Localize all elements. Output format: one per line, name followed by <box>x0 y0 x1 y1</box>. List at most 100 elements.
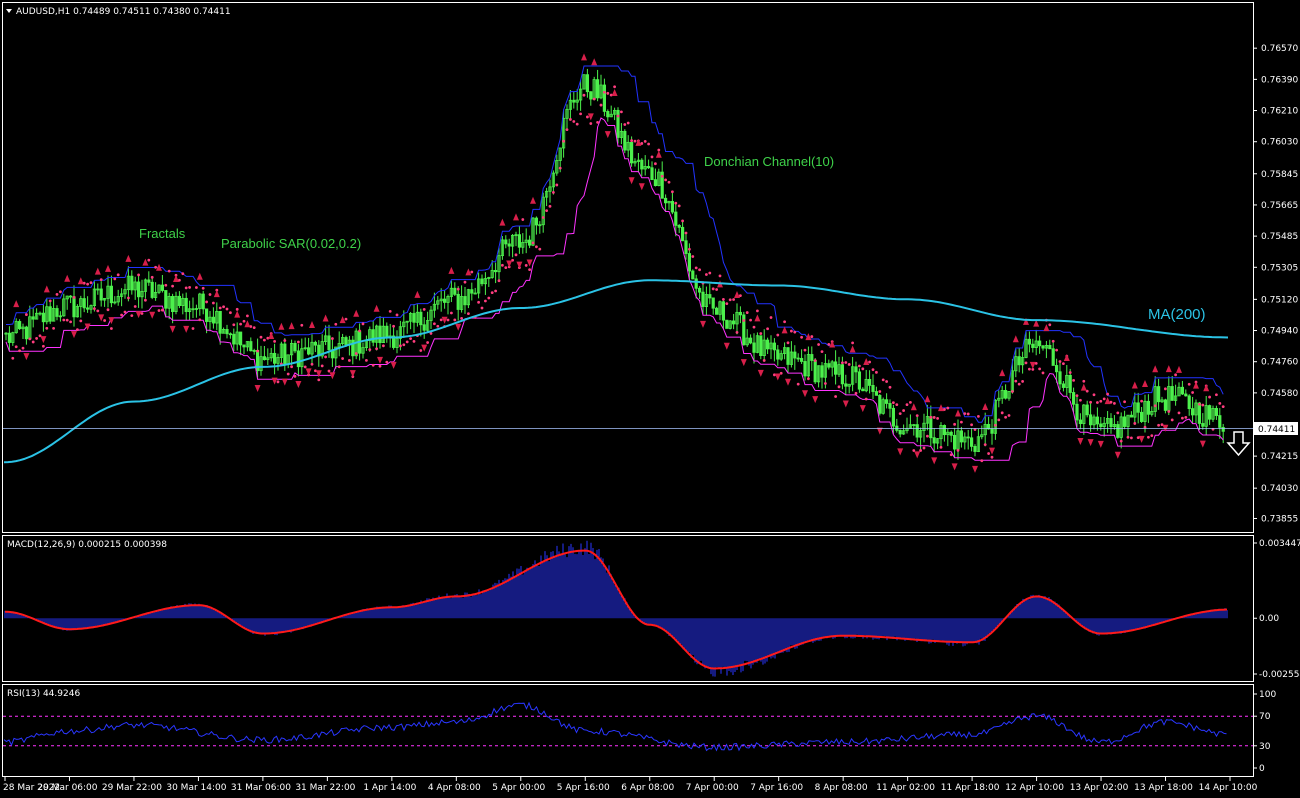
sar-dot <box>456 287 460 291</box>
candle-body <box>585 74 590 93</box>
candle-body <box>820 365 824 378</box>
candle-body <box>800 357 804 362</box>
sar-dot <box>382 344 385 348</box>
sar-dot <box>334 322 338 326</box>
candle-body <box>1180 386 1184 395</box>
donchian-annotation: Donchian Channel(10) <box>704 154 834 169</box>
sar-dot <box>59 290 62 294</box>
candle-body <box>834 361 838 375</box>
sar-dot <box>361 322 365 326</box>
sar-dot <box>956 449 960 452</box>
sar-dot <box>504 266 508 270</box>
sar-dot <box>450 311 453 315</box>
sar-dot <box>239 322 243 326</box>
sar-dot <box>739 294 742 298</box>
time-tick-label: 13 Apr 18:00 <box>1134 783 1193 793</box>
sar-dot <box>824 382 827 385</box>
sar-dot <box>1051 339 1055 343</box>
sar-dot <box>742 319 746 322</box>
candle-body <box>184 297 188 313</box>
candle-body <box>915 424 919 438</box>
sar-dot <box>293 374 297 378</box>
sar-dot <box>11 356 15 360</box>
sar-dot <box>490 291 494 295</box>
time-tick-label: 13 Apr 02:00 <box>1070 783 1129 793</box>
candle-body <box>776 349 780 360</box>
sar-dot <box>18 349 21 353</box>
candle-body <box>647 166 651 169</box>
candle-body <box>306 347 311 355</box>
candle-body <box>854 366 858 373</box>
candle-body <box>232 333 236 345</box>
candle-body <box>966 436 970 439</box>
sar-dot <box>89 281 93 285</box>
sar-dot <box>229 311 232 315</box>
candle-body <box>1075 403 1079 421</box>
candle-body <box>687 253 692 272</box>
sar-dot <box>1208 395 1211 399</box>
sar-dot <box>1079 398 1082 402</box>
sar-dot <box>620 110 623 114</box>
candle-body <box>786 347 790 365</box>
sar-dot <box>348 359 351 362</box>
sar-dot <box>939 445 943 449</box>
time-tick-label: 7 Apr 00:00 <box>686 783 739 793</box>
sar-dot <box>582 93 586 97</box>
candle-body <box>898 429 902 435</box>
sar-dot <box>994 423 997 427</box>
sar-dot <box>538 247 542 251</box>
candle-body <box>55 308 59 317</box>
sar-dot <box>419 349 423 352</box>
sar-dot <box>164 283 168 287</box>
sar-dot <box>1106 392 1109 396</box>
sar-dot <box>987 452 990 455</box>
sar-dot <box>847 363 851 366</box>
candle-body <box>1140 411 1144 422</box>
candle-body <box>412 313 416 323</box>
sar-dot <box>630 139 633 142</box>
sar-dot <box>953 422 956 426</box>
candle-body <box>160 284 164 291</box>
candle-body <box>1004 390 1008 399</box>
ma-annotation: MA(200) <box>1148 306 1206 323</box>
sar-dot <box>120 313 123 317</box>
sar-dot <box>42 344 45 348</box>
sar-dot <box>1184 415 1188 419</box>
candle-body <box>136 281 141 298</box>
candle-body <box>1017 356 1021 366</box>
candle-body <box>640 159 644 170</box>
sar-dot <box>1068 371 1072 374</box>
sar-dot <box>273 339 276 343</box>
sar-dot <box>749 318 752 322</box>
candle-body <box>1038 340 1042 347</box>
price-tick-label: 0.76570 <box>1261 44 1298 54</box>
candle-body <box>504 239 508 245</box>
candle-body <box>419 311 423 326</box>
candle-body <box>572 99 576 103</box>
sar-dot <box>647 142 650 146</box>
sar-dot <box>715 288 718 291</box>
sar-dot <box>365 358 368 362</box>
candle-body <box>793 351 797 359</box>
candle-body <box>959 430 964 443</box>
sar-dot <box>1038 367 1041 371</box>
sar-dot <box>1058 360 1062 363</box>
time-tick-label: 14 Apr 10:00 <box>1199 783 1258 793</box>
candle-body <box>48 306 52 322</box>
candle-body <box>857 371 862 390</box>
candle-body <box>715 307 719 315</box>
candle-body <box>1221 427 1225 432</box>
sar-dot <box>514 253 518 257</box>
sar-dot <box>851 341 854 345</box>
sar-dot <box>837 385 841 389</box>
sar-dot <box>722 297 725 301</box>
sar-dot <box>545 209 548 213</box>
candle-body <box>711 297 715 309</box>
rsi-tick-label: 100 <box>1259 690 1276 700</box>
sar-dot <box>69 320 72 324</box>
candle-body <box>82 298 86 309</box>
candle-body <box>664 197 668 204</box>
sar-dot <box>528 268 531 271</box>
time-tick-label: 1 Apr 14:00 <box>363 783 416 793</box>
candle-body <box>874 391 879 396</box>
